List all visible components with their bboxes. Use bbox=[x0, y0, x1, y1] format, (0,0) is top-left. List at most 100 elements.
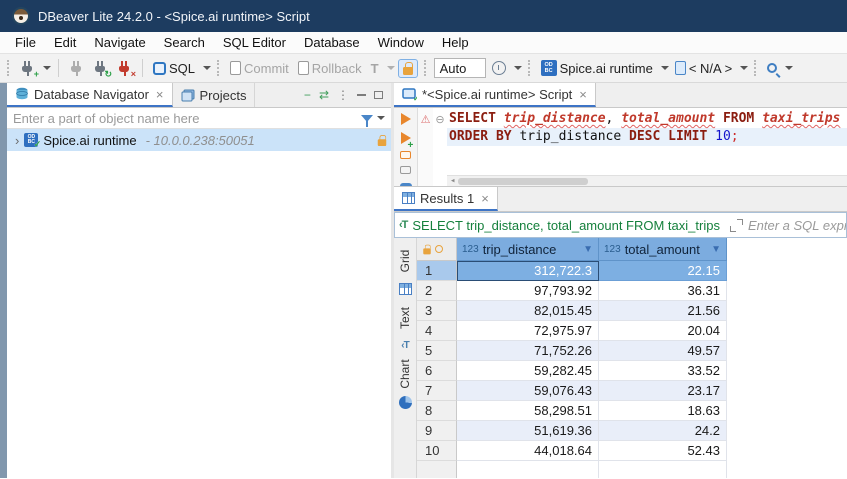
grid-row[interactable]: 382,015.4521.56 bbox=[417, 301, 847, 321]
active-connection-selector[interactable]: ODBC Spice.ai runtime bbox=[538, 58, 656, 78]
transaction-mode-toggle[interactable] bbox=[398, 59, 418, 78]
link-editor-icon[interactable]: ⇄ bbox=[319, 88, 329, 102]
grid-cell[interactable]: 51,619.36 bbox=[457, 421, 599, 441]
results-filter-bar[interactable]: ‹T SELECT trip_distance, total_amount FR… bbox=[394, 212, 847, 238]
tab-sql-script[interactable]: ✓ *<Spice.ai runtime> Script × bbox=[394, 83, 596, 107]
editor-hscrollbar[interactable]: ◂ bbox=[447, 175, 847, 186]
search-button[interactable] bbox=[764, 61, 780, 75]
minimize-icon[interactable] bbox=[357, 94, 366, 96]
sql-dropdown[interactable] bbox=[203, 66, 211, 70]
column-header-trip-distance[interactable]: 123 trip_distance ▼ bbox=[457, 238, 599, 261]
close-icon[interactable]: × bbox=[481, 191, 489, 206]
grid-cell[interactable]: 59,076.43 bbox=[457, 381, 599, 401]
close-icon[interactable]: × bbox=[579, 87, 587, 102]
sort-desc-icon[interactable]: ▼ bbox=[583, 244, 593, 255]
tree-item-connection[interactable]: › ODBC ✓ Spice.ai runtime - 10.0.0.238:5… bbox=[7, 129, 391, 151]
new-sql-editor-button[interactable]: SQL bbox=[150, 59, 198, 78]
expand-filter-icon[interactable] bbox=[730, 219, 743, 232]
grid-row[interactable]: 297,793.9236.31 bbox=[417, 281, 847, 301]
grid-cell[interactable]: 52.43 bbox=[599, 441, 727, 461]
filter-funnel-icon[interactable] bbox=[361, 115, 373, 122]
execute-script-icon[interactable] bbox=[400, 151, 411, 159]
grid-row[interactable]: 1312,722.322.15 bbox=[417, 261, 847, 281]
grid-row[interactable]: 472,975.9720.04 bbox=[417, 321, 847, 341]
grid-cell[interactable]: 36.31 bbox=[599, 281, 727, 301]
maximize-icon[interactable] bbox=[374, 91, 383, 99]
grid-corner-cell[interactable] bbox=[417, 238, 457, 261]
fold-collapse-icon[interactable]: ⊖ bbox=[435, 114, 444, 126]
grid-cell[interactable]: 49.57 bbox=[599, 341, 727, 361]
row-number[interactable]: 4 bbox=[417, 321, 457, 341]
grid-cell[interactable]: 312,722.3 bbox=[457, 261, 599, 281]
menu-search[interactable]: Search bbox=[155, 33, 214, 52]
reconnect-button[interactable]: ↻ bbox=[90, 58, 111, 78]
disconnect-button[interactable] bbox=[66, 58, 87, 78]
row-number[interactable]: 6 bbox=[417, 361, 457, 381]
menu-navigate[interactable]: Navigate bbox=[85, 33, 154, 52]
row-number[interactable]: 3 bbox=[417, 301, 457, 321]
search-dropdown[interactable] bbox=[785, 66, 793, 70]
close-icon[interactable]: × bbox=[156, 87, 164, 102]
grid-row[interactable]: 759,076.4323.17 bbox=[417, 381, 847, 401]
rollback-button[interactable]: Rollback bbox=[295, 59, 365, 78]
menu-sql-editor[interactable]: SQL Editor bbox=[214, 33, 295, 52]
execute-statement-icon[interactable] bbox=[401, 113, 411, 125]
sort-desc-icon[interactable]: ▼ bbox=[711, 244, 721, 255]
object-filter-input[interactable] bbox=[7, 111, 361, 126]
grid-cell[interactable]: 22.15 bbox=[599, 261, 727, 281]
transaction-history-button[interactable] bbox=[489, 59, 509, 77]
grid-cell[interactable]: 71,752.26 bbox=[457, 341, 599, 361]
collapse-all-icon[interactable]: − bbox=[304, 88, 311, 102]
grid-cell[interactable]: 21.56 bbox=[599, 301, 727, 321]
commit-mode-combo[interactable]: Auto bbox=[434, 58, 486, 78]
tab-database-navigator[interactable]: Database Navigator × bbox=[7, 83, 173, 107]
grid-row[interactable]: 659,282.4533.52 bbox=[417, 361, 847, 381]
view-menu-icon[interactable]: ⋮ bbox=[337, 88, 349, 102]
row-number[interactable]: 7 bbox=[417, 381, 457, 401]
grid-cell[interactable]: 23.17 bbox=[599, 381, 727, 401]
side-tab-text[interactable]: Text ‹T bbox=[398, 301, 412, 351]
code-area[interactable]: SELECT trip_distance, total_amount FROM … bbox=[447, 108, 847, 186]
row-number[interactable]: 5 bbox=[417, 341, 457, 361]
grid-cell[interactable]: 18.63 bbox=[599, 401, 727, 421]
row-number[interactable]: 2 bbox=[417, 281, 457, 301]
grid-cell[interactable]: 97,793.92 bbox=[457, 281, 599, 301]
tab-projects[interactable]: Projects bbox=[173, 83, 256, 107]
schema-dropdown[interactable] bbox=[740, 66, 748, 70]
disconnect-all-button[interactable]: × bbox=[114, 58, 135, 78]
connection-dropdown[interactable] bbox=[661, 66, 669, 70]
side-tab-grid[interactable]: Grid bbox=[398, 244, 412, 295]
transaction-log-button[interactable]: T bbox=[368, 59, 382, 78]
row-number[interactable]: 10 bbox=[417, 441, 457, 461]
transaction-dropdown[interactable] bbox=[387, 66, 395, 70]
filter-dropdown[interactable] bbox=[377, 116, 385, 120]
column-header-total-amount[interactable]: 123 total_amount ▼ bbox=[599, 238, 727, 261]
code-line[interactable]: SELECT trip_distance, total_amount FROM … bbox=[447, 110, 847, 128]
side-tab-chart[interactable]: Chart bbox=[398, 357, 412, 409]
grid-cell[interactable]: 20.04 bbox=[599, 321, 727, 341]
menu-help[interactable]: Help bbox=[433, 33, 478, 52]
row-number[interactable]: 9 bbox=[417, 421, 457, 441]
row-number[interactable]: 1 bbox=[417, 261, 457, 281]
row-number[interactable]: 8 bbox=[417, 401, 457, 421]
grid-cell[interactable]: 24.2 bbox=[599, 421, 727, 441]
grid-row[interactable]: 571,752.2649.57 bbox=[417, 341, 847, 361]
grid-cell[interactable]: 44,018.64 bbox=[457, 441, 599, 461]
tab-results-1[interactable]: Results 1 × bbox=[394, 187, 498, 211]
menu-file[interactable]: File bbox=[6, 33, 45, 52]
history-dropdown[interactable] bbox=[514, 66, 522, 70]
connect-dropdown[interactable] bbox=[43, 66, 51, 70]
menu-window[interactable]: Window bbox=[369, 33, 433, 52]
menu-database[interactable]: Database bbox=[295, 33, 369, 52]
grid-cell[interactable]: 72,975.97 bbox=[457, 321, 599, 341]
scroll-left-icon[interactable]: ◂ bbox=[447, 172, 458, 186]
code-line[interactable]: ORDER BY trip_distance DESC LIMIT 10; bbox=[447, 128, 847, 146]
connect-button[interactable]: + bbox=[17, 58, 38, 78]
grid-cell[interactable]: 82,015.45 bbox=[457, 301, 599, 321]
scrollbar-thumb[interactable] bbox=[458, 178, 588, 185]
script-icon[interactable] bbox=[400, 166, 411, 174]
grid-cell[interactable]: 58,298.51 bbox=[457, 401, 599, 421]
grid-cell[interactable]: 33.52 bbox=[599, 361, 727, 381]
grid-cell[interactable]: 59,282.45 bbox=[457, 361, 599, 381]
filter-expression-placeholder[interactable]: Enter a SQL expression to bbox=[748, 218, 847, 233]
